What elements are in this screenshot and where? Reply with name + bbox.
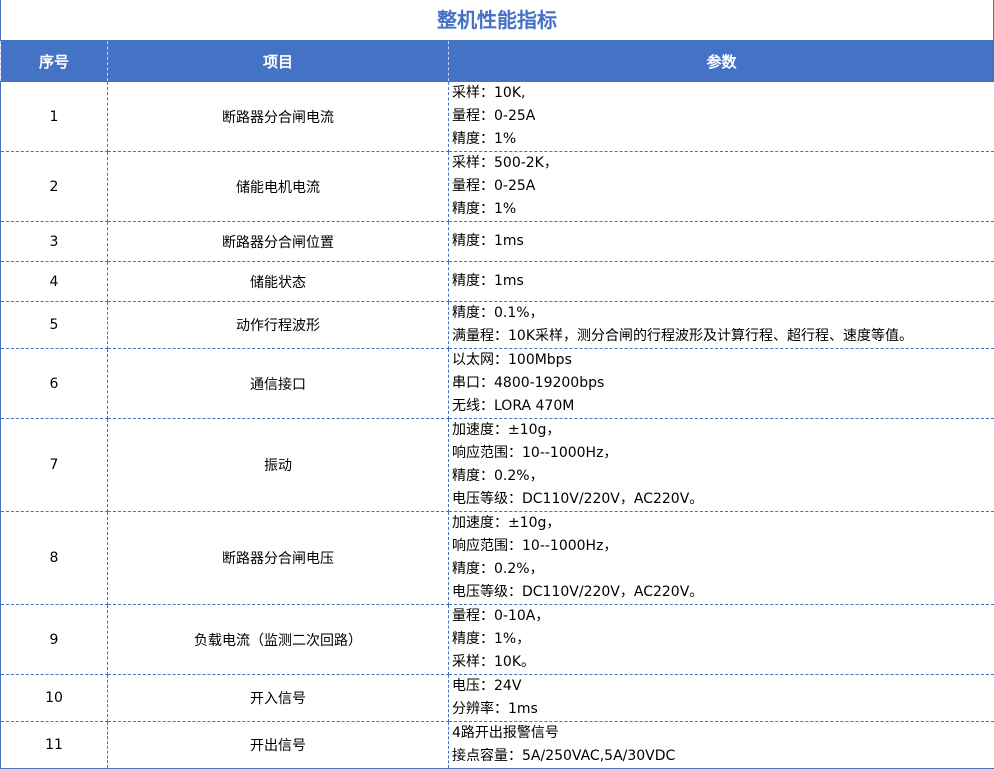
param-line: 响应范围：10--1000Hz， — [452, 442, 994, 465]
table-row: 7振动加速度：±10g，响应范围：10--1000Hz，精度：0.2%，电压等级… — [1, 419, 994, 512]
row-params: 精度：1ms — [449, 262, 994, 302]
row-item: 开入信号 — [108, 675, 449, 722]
row-params: 采样：10K,量程：0-25A精度：1% — [449, 82, 994, 152]
row-item: 断路器分合闸位置 — [108, 222, 449, 262]
row-number: 6 — [1, 349, 108, 419]
row-item: 负载电流（监测二次回路） — [108, 605, 449, 675]
param-line: 精度：0.2%， — [452, 558, 994, 581]
row-number: 8 — [1, 512, 108, 605]
row-item: 动作行程波形 — [108, 302, 449, 349]
param-line: 精度：1% — [452, 128, 994, 151]
param-line: 采样：500-2K， — [452, 152, 994, 175]
param-line: 量程：0-25A — [452, 175, 994, 198]
param-line: 满量程：10K采样，测分合闸的行程波形及计算行程、超行程、速度等值。 — [452, 325, 994, 348]
param-line: 接点容量：5A/250VAC,5A/30VDC — [452, 745, 994, 768]
row-number: 11 — [1, 722, 108, 769]
header-no: 序号 — [1, 41, 108, 82]
param-line: 电压：24V — [452, 675, 994, 698]
row-item: 开出信号 — [108, 722, 449, 769]
param-line: 分辨率：1ms — [452, 698, 994, 721]
row-number: 3 — [1, 222, 108, 262]
param-line: 以太网：100Mbps — [452, 349, 994, 372]
param-line: 精度：1%， — [452, 628, 994, 651]
row-params: 电压：24V分辨率：1ms — [449, 675, 994, 722]
row-params: 4路开出报警信号接点容量：5A/250VAC,5A/30VDC — [449, 722, 994, 769]
row-params: 加速度：±10g，响应范围：10--1000Hz，精度：0.2%，电压等级：DC… — [449, 419, 994, 512]
table-row: 9负载电流（监测二次回路）量程：0-10A，精度：1%，采样：10K。 — [1, 605, 994, 675]
row-params: 采样：500-2K，量程：0-25A精度：1% — [449, 152, 994, 222]
param-line: 精度：1ms — [452, 270, 994, 293]
param-line: 精度：1% — [452, 198, 994, 221]
row-params: 精度：1ms — [449, 222, 994, 262]
row-item: 振动 — [108, 419, 449, 512]
row-number: 9 — [1, 605, 108, 675]
row-number: 4 — [1, 262, 108, 302]
table-row: 1断路器分合闸电流采样：10K,量程：0-25A精度：1% — [1, 82, 994, 152]
param-line: 4路开出报警信号 — [452, 722, 994, 745]
param-line: 串口：4800-19200bps — [452, 372, 994, 395]
param-line: 采样：10K, — [452, 82, 994, 105]
param-line: 加速度：±10g， — [452, 512, 994, 535]
param-line: 量程：0-10A， — [452, 605, 994, 628]
table-row: 11开出信号4路开出报警信号接点容量：5A/250VAC,5A/30VDC — [1, 722, 994, 769]
param-line: 加速度：±10g， — [452, 419, 994, 442]
table-row: 8断路器分合闸电压加速度：±10g，响应范围：10--1000Hz，精度：0.2… — [1, 512, 994, 605]
param-line: 电压等级：DC110V/220V，AC220V。 — [452, 581, 994, 604]
row-item: 通信接口 — [108, 349, 449, 419]
header-params: 参数 — [449, 41, 994, 82]
row-params: 加速度：±10g，响应范围：10--1000Hz，精度：0.2%，电压等级：DC… — [449, 512, 994, 605]
sheet-title: 整机性能指标 — [0, 0, 994, 40]
table-row: 4储能状态精度：1ms — [1, 262, 994, 302]
row-item: 储能状态 — [108, 262, 449, 302]
row-number: 10 — [1, 675, 108, 722]
table-row: 6通信接口以太网：100Mbps串口：4800-19200bps无线：LORA … — [1, 349, 994, 419]
row-number: 7 — [1, 419, 108, 512]
spec-table: 序号 项目 参数 1断路器分合闸电流采样：10K,量程：0-25A精度：1%2储… — [0, 40, 994, 769]
spec-sheet: 整机性能指标 序号 项目 参数 1断路器分合闸电流采样：10K,量程：0-25A… — [0, 0, 994, 762]
param-line: 电压等级：DC110V/220V，AC220V。 — [452, 488, 994, 511]
table-row: 3断路器分合闸位置精度：1ms — [1, 222, 994, 262]
table-row: 5动作行程波形精度：0.1%，满量程：10K采样，测分合闸的行程波形及计算行程、… — [1, 302, 994, 349]
header-row: 序号 项目 参数 — [1, 41, 994, 82]
table-row: 10开入信号电压：24V分辨率：1ms — [1, 675, 994, 722]
row-number: 1 — [1, 82, 108, 152]
table-body: 1断路器分合闸电流采样：10K,量程：0-25A精度：1%2储能电机电流采样：5… — [1, 82, 994, 769]
row-item: 断路器分合闸电压 — [108, 512, 449, 605]
param-line: 采样：10K。 — [452, 651, 994, 674]
row-item: 断路器分合闸电流 — [108, 82, 449, 152]
param-line: 精度：0.1%， — [452, 302, 994, 325]
param-line: 精度：0.2%， — [452, 465, 994, 488]
param-line: 量程：0-25A — [452, 105, 994, 128]
row-number: 2 — [1, 152, 108, 222]
param-line: 精度：1ms — [452, 230, 994, 253]
row-params: 以太网：100Mbps串口：4800-19200bps无线：LORA 470M — [449, 349, 994, 419]
row-item: 储能电机电流 — [108, 152, 449, 222]
param-line: 响应范围：10--1000Hz， — [452, 535, 994, 558]
param-line: 无线：LORA 470M — [452, 395, 994, 418]
row-params: 精度：0.1%，满量程：10K采样，测分合闸的行程波形及计算行程、超行程、速度等… — [449, 302, 994, 349]
header-item: 项目 — [108, 41, 449, 82]
row-number: 5 — [1, 302, 108, 349]
table-row: 2储能电机电流采样：500-2K，量程：0-25A精度：1% — [1, 152, 994, 222]
row-params: 量程：0-10A，精度：1%，采样：10K。 — [449, 605, 994, 675]
